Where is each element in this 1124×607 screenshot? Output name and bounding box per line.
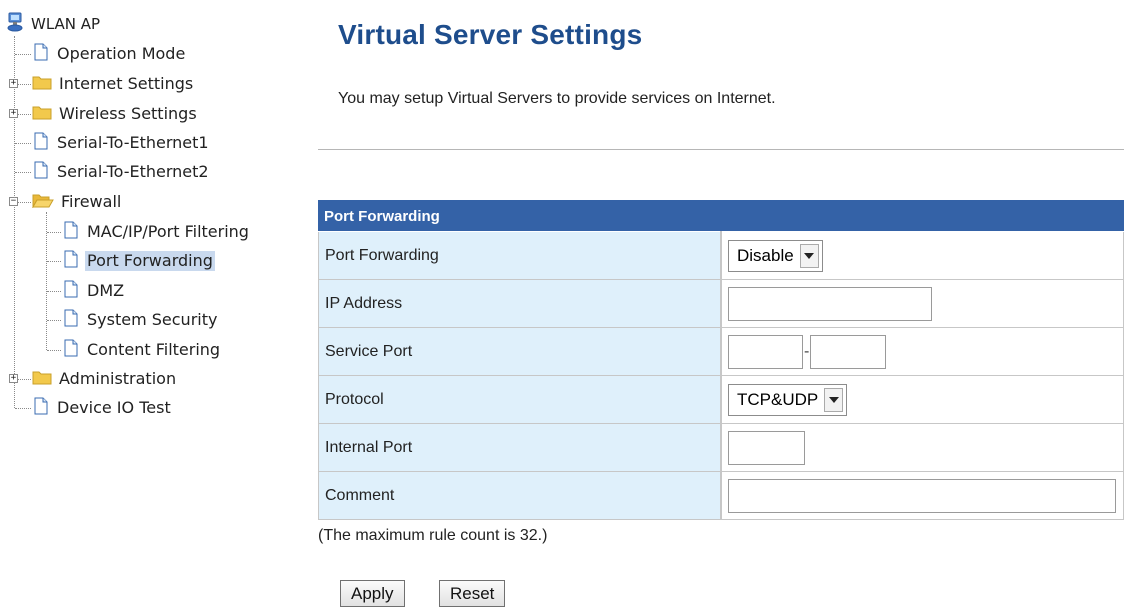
tree-item-serial-to-ethernet2[interactable]: Serial-To-Ethernet2	[32, 161, 211, 183]
ip-address-input[interactable]	[728, 286, 932, 321]
tree-item-label: Administration	[59, 369, 177, 388]
section-header: Port Forwarding	[318, 200, 1124, 232]
connector	[47, 261, 61, 262]
form-row-port-forwarding: Port Forwarding Disable	[318, 231, 1124, 280]
folder-icon	[32, 369, 52, 389]
tree-item-label: Serial-To-Ethernet2	[57, 162, 209, 181]
port-forwarding-select-value: Disable	[737, 245, 794, 265]
page-icon	[32, 397, 50, 419]
service-port-from-input[interactable]	[728, 334, 803, 369]
divider	[318, 149, 1124, 150]
tree-item-device-io-test[interactable]: Device IO Test	[32, 397, 173, 419]
connector	[15, 172, 31, 173]
tree-item-label: System Security	[87, 310, 218, 329]
connector	[47, 291, 61, 292]
tree-item-mac-ip-port-filtering[interactable]: MAC/IP/Port Filtering	[62, 221, 251, 243]
page-title: Virtual Server Settings	[338, 19, 643, 50]
service-port-to-input[interactable]	[810, 334, 887, 369]
tree-item-internet-settings[interactable]: Internet Settings	[32, 73, 195, 95]
form-row-internal-port: Internal Port	[318, 423, 1124, 472]
tree-root-wlan-ap[interactable]: WLAN AP	[6, 12, 102, 36]
tree-item-administration[interactable]: Administration	[32, 368, 178, 390]
tree-item-wireless-settings[interactable]: Wireless Settings	[32, 103, 199, 125]
tree-item-label: Serial-To-Ethernet1	[57, 133, 209, 152]
port-forwarding-form: Port Forwarding Port Forwarding Disable …	[318, 200, 1124, 520]
connector	[15, 143, 31, 144]
service-port-label: Service Port	[318, 327, 722, 376]
ip-address-label: IP Address	[318, 279, 722, 328]
connector	[15, 408, 31, 409]
plus-box-icon[interactable]: +	[9, 109, 18, 118]
network-computer-icon	[6, 12, 24, 36]
folder-icon	[32, 104, 52, 124]
page-icon	[62, 250, 80, 272]
tree-item-firewall[interactable]: Firewall	[32, 191, 123, 213]
connector	[47, 320, 61, 321]
connector	[15, 54, 31, 55]
minus-box-icon[interactable]: −	[9, 197, 18, 206]
main-content: Virtual Server Settings You may setup Vi…	[318, 0, 1124, 607]
tree-item-system-security[interactable]: System Security	[62, 309, 219, 331]
page-icon	[32, 132, 50, 154]
connector	[47, 232, 61, 233]
page-icon	[62, 221, 80, 243]
page-icon	[32, 161, 50, 183]
reset-button[interactable]: Reset	[439, 580, 506, 607]
form-row-ip-address: IP Address	[318, 279, 1124, 328]
tree-trunk-line	[14, 36, 15, 408]
apply-button[interactable]: Apply	[340, 580, 405, 607]
nav-tree: WLAN AP Operation Mode + Internet Settin…	[0, 0, 305, 605]
page-icon	[62, 309, 80, 331]
page-icon	[32, 43, 50, 65]
service-port-separator: -	[804, 342, 810, 360]
tree-item-label: Operation Mode	[57, 44, 186, 63]
comment-label: Comment	[318, 471, 722, 520]
chevron-down-icon[interactable]	[799, 243, 819, 268]
chevron-down-icon[interactable]	[824, 387, 844, 412]
form-row-protocol: Protocol TCP&UDP	[318, 375, 1124, 424]
tree-item-dmz[interactable]: DMZ	[62, 280, 126, 302]
tree-item-label: Device IO Test	[57, 398, 171, 417]
form-row-comment: Comment	[318, 471, 1124, 520]
page-icon	[62, 280, 80, 302]
protocol-select-value: TCP&UDP	[737, 389, 819, 409]
tree-item-label: Content Filtering	[87, 340, 221, 359]
tree-item-label: DMZ	[87, 281, 125, 300]
internal-port-input[interactable]	[728, 430, 805, 465]
tree-item-label: Internet Settings	[59, 74, 194, 93]
tree-item-port-forwarding[interactable]: Port Forwarding	[62, 250, 215, 272]
internal-port-label: Internal Port	[318, 423, 722, 472]
page-icon	[62, 339, 80, 361]
tree-root-label: WLAN AP	[31, 15, 101, 33]
plus-box-icon[interactable]: +	[9, 79, 18, 88]
max-rule-note: (The maximum rule count is 32.)	[318, 527, 548, 544]
connector	[47, 350, 61, 351]
form-row-service-port: Service Port -	[318, 327, 1124, 376]
tree-item-label: Firewall	[61, 192, 122, 211]
tree-item-operation-mode[interactable]: Operation Mode	[32, 43, 187, 65]
tree-item-label: Wireless Settings	[59, 104, 197, 123]
tree-item-label: MAC/IP/Port Filtering	[87, 222, 249, 241]
port-forwarding-select[interactable]: Disable	[728, 239, 823, 272]
tree-item-content-filtering[interactable]: Content Filtering	[62, 339, 222, 361]
protocol-label: Protocol	[318, 375, 722, 424]
folder-open-icon	[32, 192, 54, 212]
tree-item-label: Port Forwarding	[85, 251, 215, 271]
port-forwarding-label: Port Forwarding	[318, 231, 722, 280]
page-intro: You may setup Virtual Servers to provide…	[338, 90, 776, 107]
plus-box-icon[interactable]: +	[9, 374, 18, 383]
folder-icon	[32, 74, 52, 94]
protocol-select[interactable]: TCP&UDP	[728, 383, 848, 416]
comment-input[interactable]	[728, 478, 1116, 513]
tree-item-serial-to-ethernet1[interactable]: Serial-To-Ethernet1	[32, 132, 211, 154]
